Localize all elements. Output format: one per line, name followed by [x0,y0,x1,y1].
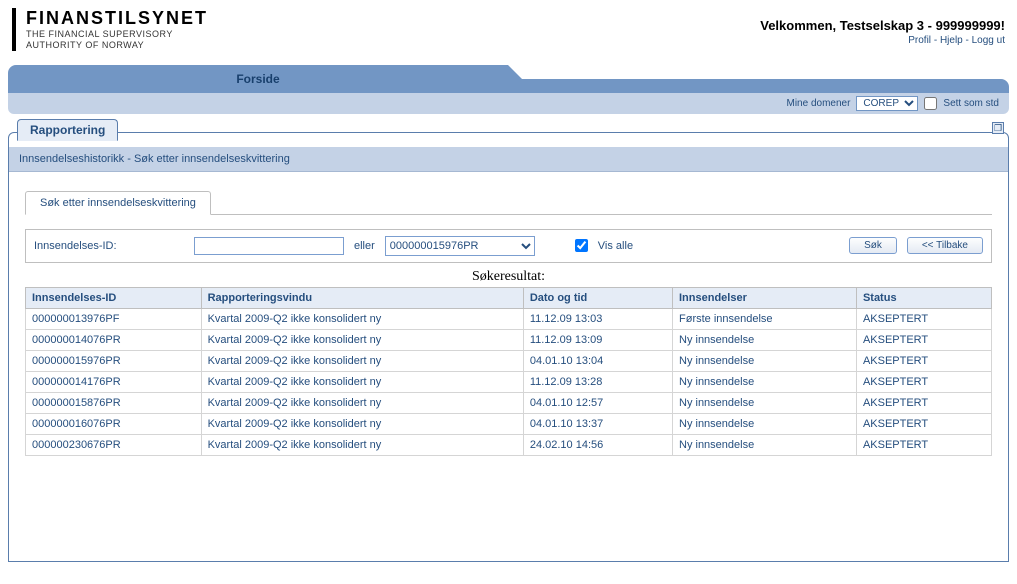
link-hjelp[interactable]: Hjelp [940,35,963,46]
col-id: Innsendelses-ID [26,287,202,308]
cell-id: 000000014176PR [26,371,202,392]
cell-inns: Ny innsendelse [673,350,857,371]
show-all-checkbox[interactable] [575,239,588,252]
table-row[interactable]: 000000015976PRKvartal 2009-Q2 ikke konso… [26,350,992,371]
cell-id: 000000013976PF [26,308,202,329]
logo-title: FINANSTILSYNET [26,8,208,29]
cell-dato: 04.01.10 13:04 [523,350,672,371]
search-input[interactable] [194,237,344,255]
cell-inns: Ny innsendelse [673,434,857,455]
link-loggut[interactable]: Logg ut [972,35,1005,46]
cell-dato: 11.12.09 13:09 [523,329,672,350]
cell-dato: 24.02.10 14:56 [523,434,672,455]
cell-vindu: Kvartal 2009-Q2 ikke konsolidert ny [201,350,523,371]
table-row[interactable]: 000000014076PRKvartal 2009-Q2 ikke konso… [26,329,992,350]
cell-status: AKSEPTERT [856,350,991,371]
cell-dato: 11.12.09 13:28 [523,371,672,392]
search-box: Innsendelses-ID: eller 000000015976PR Vi… [25,229,992,263]
col-vindu: Rapporteringsvindu [201,287,523,308]
cell-status: AKSEPTERT [856,308,991,329]
subtab-search-receipt[interactable]: Søk etter innsendelseskvittering [25,191,211,215]
cell-status: AKSEPTERT [856,371,991,392]
welcome-text: Velkommen, Testselskap 3 - 999999999! [760,18,1005,33]
cell-status: AKSEPTERT [856,329,991,350]
cell-vindu: Kvartal 2009-Q2 ikke konsolidert ny [201,371,523,392]
section-tab-rapportering[interactable]: Rapportering [17,119,118,141]
set-std-checkbox[interactable] [924,97,937,110]
table-header-row: Innsendelses-ID Rapporteringsvindu Dato … [26,287,992,308]
cell-id: 000000016076PR [26,413,202,434]
or-label: eller [354,240,375,252]
col-status: Status [856,287,991,308]
header: FINANSTILSYNET THE FINANCIAL SUPERVISORY… [0,0,1017,55]
logo-sub1: THE FINANCIAL SUPERVISORY [26,29,208,40]
cell-vindu: Kvartal 2009-Q2 ikke konsolidert ny [201,434,523,455]
cell-status: AKSEPTERT [856,413,991,434]
id-dropdown[interactable]: 000000015976PR [385,236,535,256]
cell-status: AKSEPTERT [856,392,991,413]
cell-id: 000000015876PR [26,392,202,413]
domain-label: Mine domener [787,98,851,109]
table-row[interactable]: 000000016076PRKvartal 2009-Q2 ikke konso… [26,413,992,434]
cell-inns: Ny innsendelse [673,329,857,350]
search-label: Innsendelses-ID: [34,240,184,252]
cell-dato: 04.01.10 13:37 [523,413,672,434]
table-row[interactable]: 000000230676PRKvartal 2009-Q2 ikke konso… [26,434,992,455]
domain-bar: Mine domener COREP Sett som std [8,93,1009,114]
domain-select[interactable]: COREP [856,96,918,111]
logo: FINANSTILSYNET THE FINANCIAL SUPERVISORY… [12,8,208,51]
search-button[interactable]: Søk [849,237,897,254]
cell-inns: Første innsendelse [673,308,857,329]
logo-sub2: AUTHORITY OF NORWAY [26,40,208,51]
cell-inns: Ny innsendelse [673,371,857,392]
content-frame: Rapportering ❐ Innsendelseshistorikk - S… [8,132,1009,562]
link-profil[interactable]: Profil [908,35,931,46]
cell-id: 000000014076PR [26,329,202,350]
show-all-label: Vis alle [598,240,633,252]
table-row[interactable]: 000000015876PRKvartal 2009-Q2 ikke konso… [26,392,992,413]
cell-inns: Ny innsendelse [673,392,857,413]
table-row[interactable]: 000000013976PFKvartal 2009-Q2 ikke konso… [26,308,992,329]
set-std-label: Sett som std [943,98,999,109]
subtab-row: Søk etter innsendelseskvittering [25,190,992,215]
cell-vindu: Kvartal 2009-Q2 ikke konsolidert ny [201,329,523,350]
table-row[interactable]: 000000014176PRKvartal 2009-Q2 ikke konso… [26,371,992,392]
result-table: Innsendelses-ID Rapporteringsvindu Dato … [25,287,992,456]
cell-status: AKSEPTERT [856,434,991,455]
result-title: Søkeresultat: [9,269,1008,285]
cell-vindu: Kvartal 2009-Q2 ikke konsolidert ny [201,392,523,413]
cell-dato: 04.01.10 12:57 [523,392,672,413]
welcome-block: Velkommen, Testselskap 3 - 999999999! Pr… [760,8,1005,46]
panel-header: Innsendelseshistorikk - Søk etter innsen… [9,147,1008,172]
nav-tab-forside[interactable]: Forside [8,65,508,93]
nav-bar: Forside [8,65,1009,93]
back-button[interactable]: << Tilbake [907,237,983,254]
cell-id: 000000230676PR [26,434,202,455]
maximize-icon[interactable]: ❐ [992,122,1004,134]
col-dato: Dato og tid [523,287,672,308]
cell-dato: 11.12.09 13:03 [523,308,672,329]
cell-vindu: Kvartal 2009-Q2 ikke konsolidert ny [201,413,523,434]
cell-inns: Ny innsendelse [673,413,857,434]
cell-vindu: Kvartal 2009-Q2 ikke konsolidert ny [201,308,523,329]
welcome-links: Profil - Hjelp - Logg ut [760,35,1005,46]
col-innsendelser: Innsendelser [673,287,857,308]
cell-id: 000000015976PR [26,350,202,371]
